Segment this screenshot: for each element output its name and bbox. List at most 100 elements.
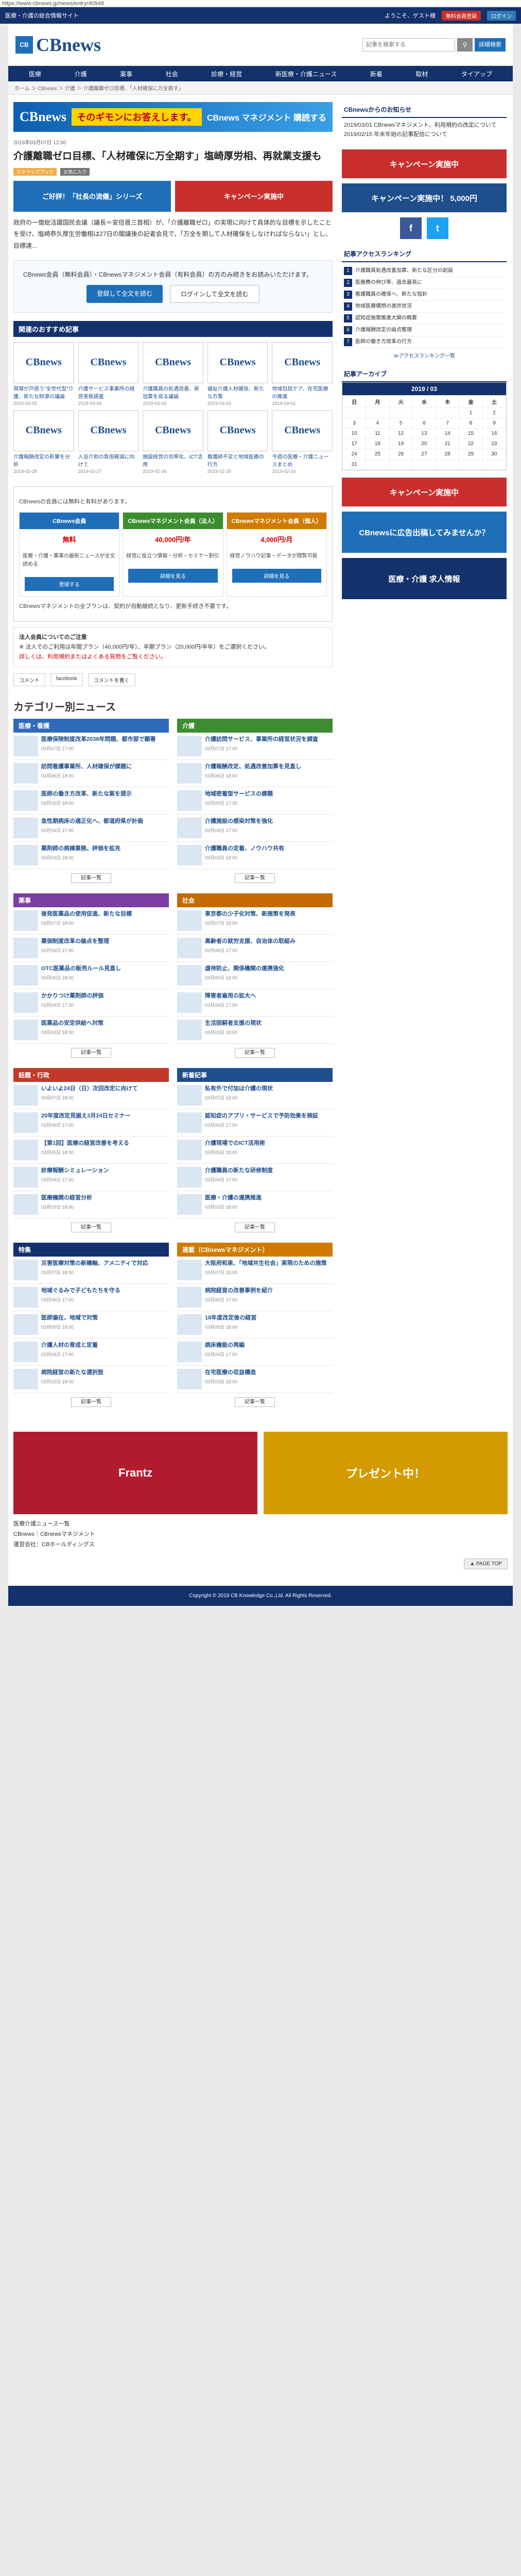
calendar-day[interactable]: 2: [482, 408, 507, 419]
category-heading[interactable]: 特集: [13, 1243, 169, 1257]
register-read-button[interactable]: 登録して全文を読む: [86, 284, 163, 303]
site-logo[interactable]: CB CBnews: [15, 34, 101, 56]
bottom-ad-2[interactable]: プレゼント中！: [264, 1432, 508, 1515]
calendar-day[interactable]: 6: [412, 418, 437, 429]
category-article[interactable]: 高齢者の就労支援、自治体の取組み 03月06日 17:00: [177, 935, 333, 962]
calendar-day[interactable]: 27: [412, 449, 437, 460]
category-more-button[interactable]: 記事一覧: [71, 873, 111, 884]
notice-item[interactable]: 2019/03/01 CBnewsマネジメント、利用規約の改定について: [344, 121, 505, 130]
category-article[interactable]: 病床機能の再編 03月04日 17:00: [177, 1338, 333, 1366]
calendar-day[interactable]: 17: [342, 438, 367, 450]
favorite-button[interactable]: お気に入り: [60, 167, 90, 176]
category-article[interactable]: 大阪府和泉、「地域共生社会」実現のための施策 03月07日 18:00: [177, 1257, 333, 1284]
category-more-button[interactable]: 記事一覧: [71, 1048, 111, 1058]
plan-button[interactable]: 詳細を見る: [128, 568, 218, 583]
calendar-day[interactable]: 12: [389, 428, 413, 439]
ranking-item[interactable]: 4 地域医療構想の進捗状況: [344, 301, 505, 313]
calendar-day[interactable]: 22: [459, 438, 483, 450]
nav-item[interactable]: 取材: [415, 70, 428, 78]
facebook-icon[interactable]: f: [400, 217, 422, 240]
category-article[interactable]: 私有外で付加は介護の現状 03月07日 18:00: [177, 1082, 333, 1110]
register-button[interactable]: 無料会員登録: [442, 10, 481, 21]
category-heading[interactable]: 介護: [177, 719, 333, 733]
footer-link[interactable]: CBnews｜CBnewsマネジメント: [13, 1530, 508, 1540]
category-more-button[interactable]: 記事一覧: [71, 1223, 111, 1233]
category-article[interactable]: 地域ぐるみで子どもたちを守る 03月06日 17:00: [13, 1284, 169, 1312]
advanced-search-button[interactable]: 詳細検索: [475, 38, 506, 52]
category-article[interactable]: 医療・介護の連携推進 03月03日 18:00: [177, 1191, 333, 1219]
url-bar[interactable]: https://www.cbnews.jp/news/entry/40948: [0, 0, 521, 7]
sidebar-ad-2[interactable]: キャンペーン実施中！ 5,000円: [342, 183, 507, 213]
category-article[interactable]: 18年度改定後の経営 03月05日 18:00: [177, 1311, 333, 1339]
category-article[interactable]: 【第1回】医療の経営改善を考える 03月05日 18:00: [13, 1137, 169, 1164]
ranking-item[interactable]: 7 医師の働き方改革の行方: [344, 336, 505, 349]
category-article[interactable]: 介護職員の定着、ノウハウ共有 03月03日 18:00: [177, 842, 333, 870]
calendar-day[interactable]: 20: [412, 438, 437, 450]
recommended-item[interactable]: CBnews 入浴介助の負担軽減に向けて 2019-02-27: [78, 410, 139, 474]
category-article[interactable]: 医療機関の経営分析 03月03日 18:00: [13, 1191, 169, 1219]
calendar-day[interactable]: 8: [459, 418, 483, 429]
category-more-button[interactable]: 記事一覧: [71, 1397, 111, 1408]
category-article[interactable]: 災害医療対策の新機軸、アメニティで対応 03月07日 18:00: [13, 1257, 169, 1284]
recommended-item[interactable]: CBnews 介護職員の処遇改善、新加算を巡る議論 2019-03-03: [143, 342, 203, 406]
facebook-button[interactable]: facebook: [50, 673, 83, 687]
category-heading[interactable]: 医療・看護: [13, 719, 169, 733]
page-top-button[interactable]: ▲ PAGE TOP: [464, 1558, 508, 1569]
category-more-button[interactable]: 記事一覧: [235, 1397, 275, 1408]
calendar-day[interactable]: 13: [412, 428, 437, 439]
write-comment-button[interactable]: コメントを書く: [88, 673, 135, 687]
category-article[interactable]: 東京都の少子化対策、新施策を発表 03月07日 18:00: [177, 907, 333, 935]
calendar-day[interactable]: 14: [436, 428, 460, 439]
calendar-day[interactable]: 15: [459, 428, 483, 439]
category-article[interactable]: 介護人材の育成と定着 03月04日 17:00: [13, 1338, 169, 1366]
calendar-day[interactable]: 25: [366, 449, 390, 460]
calendar-day[interactable]: 26: [389, 449, 413, 460]
category-article[interactable]: 医療保険制度改革2036年問題、都市部で顕著 03月07日 17:00: [13, 733, 169, 760]
recommended-item[interactable]: CBnews 福祉介護人材確保、新たな方策 2019-03-02: [207, 342, 268, 406]
category-article[interactable]: OTC医薬品の販売ルール見直し 03月05日 18:00: [13, 962, 169, 990]
nav-item[interactable]: 診療・経営: [211, 70, 242, 78]
footer-link[interactable]: 運営会社：CBホールディングス: [13, 1540, 508, 1550]
nav-item[interactable]: 新医療・介護ニュース: [275, 70, 337, 78]
calendar-day[interactable]: 9: [482, 418, 507, 429]
calendar-day[interactable]: 31: [342, 459, 367, 470]
category-article[interactable]: 介護現場でのICT活用術 03月05日 18:00: [177, 1137, 333, 1164]
nav-item[interactable]: タイアップ: [461, 70, 492, 78]
nav-item[interactable]: 薬事: [120, 70, 132, 78]
category-article[interactable]: 医師偏在、地域で対策 03月05日 18:00: [13, 1311, 169, 1339]
footer-link[interactable]: 医療介護ニュース一覧: [13, 1519, 508, 1530]
calendar-day[interactable]: 16: [482, 428, 507, 439]
recommended-item[interactable]: CBnews 看護師不足と地域医療の行方 2019-02-25: [207, 410, 268, 474]
sidebar-ad-5[interactable]: 医療・介護 求人情報: [342, 558, 507, 600]
calendar-day[interactable]: 3: [342, 418, 367, 429]
plan-button[interactable]: 詳細を見る: [232, 568, 321, 583]
category-article[interactable]: 地域密着型サービスの課題 03月05日 17:30: [177, 787, 333, 815]
category-article[interactable]: 20年度改定見据え3月24日セミナー 03月06日 17:00: [13, 1109, 169, 1137]
calendar-day[interactable]: 21: [436, 438, 460, 450]
twitter-icon[interactable]: t: [427, 217, 448, 240]
calendar-day[interactable]: 5: [389, 418, 413, 429]
nav-item[interactable]: 社会: [166, 70, 178, 78]
category-article[interactable]: いよいよ24日（日）次回改定に向けて 03月07日 18:00: [13, 1082, 169, 1110]
calendar-day[interactable]: 1: [459, 408, 483, 419]
calendar-day[interactable]: 23: [482, 438, 507, 450]
notice-item[interactable]: 2019/02/15 年末年始の記事配信について: [344, 130, 505, 140]
recommended-item[interactable]: CBnews 今週の医療・介護ニュースまとめ 2019-02-24: [272, 410, 333, 474]
category-article[interactable]: 介護職員の新たな研修制度 03月04日 17:00: [177, 1164, 333, 1192]
nav-item[interactable]: 新着: [370, 70, 383, 78]
inline-ad-1[interactable]: ご好評！「社長の流儀」シリーズ: [13, 180, 171, 212]
recommended-item[interactable]: CBnews 介護報酬改定の影響を分析 2019-02-28: [13, 410, 74, 474]
recommended-item[interactable]: CBnews 現場が戸惑う“全世代型”介護、新たな財源の議論 2019-03-05: [13, 342, 74, 406]
category-article[interactable]: 診療報酬シミュレーション 03月04日 17:30: [13, 1164, 169, 1192]
category-article[interactable]: かかりつけ薬剤師の評価 03月04日 17:30: [13, 989, 169, 1017]
calendar-day[interactable]: 29: [459, 449, 483, 460]
category-article[interactable]: 在宅医療の収益構造 03月03日 18:00: [177, 1366, 333, 1394]
category-article[interactable]: 介護報酬改定、処遇改善加算を見直し 03月06日 18:00: [177, 760, 333, 788]
scrapbook-button[interactable]: スクラップブック: [13, 167, 57, 176]
category-article[interactable]: 薬剤師の病棟業務、評価を拡充 03月03日 18:00: [13, 842, 169, 870]
category-article[interactable]: 認知症のアプリ・サービスで予防効果を検証 03月06日 17:00: [177, 1109, 333, 1137]
category-more-button[interactable]: 記事一覧: [235, 873, 275, 884]
plan-button[interactable]: 登録する: [25, 577, 114, 591]
category-heading[interactable]: 新着記事: [177, 1068, 333, 1082]
corp-link[interactable]: 詳しくは、利用規約またはよくある質問をご覧ください。: [19, 652, 327, 662]
